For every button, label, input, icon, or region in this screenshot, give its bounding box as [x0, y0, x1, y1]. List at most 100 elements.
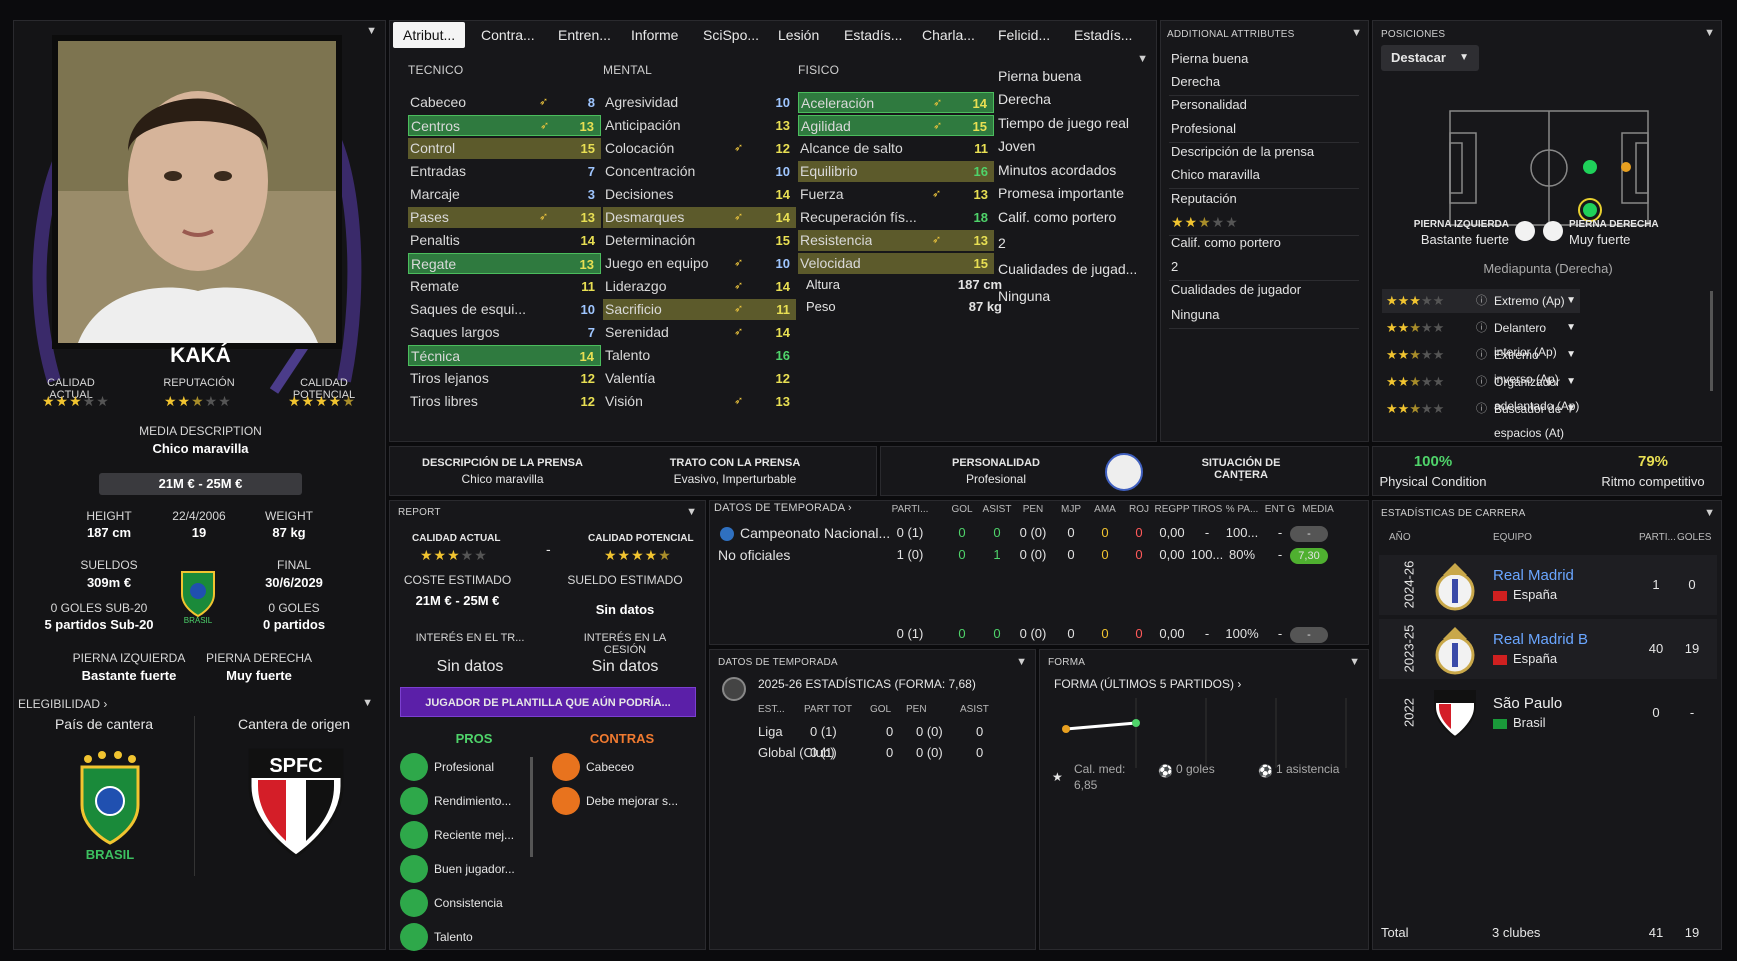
career-head-year: AÑO	[1389, 532, 1411, 543]
tecnico-row: Entradas 7	[408, 161, 601, 182]
fisico-attr-name: Recuperación fís...	[800, 209, 917, 225]
info-icon[interactable]: ⓘ	[1476, 289, 1487, 313]
tab-3[interactable]: Entren...	[548, 22, 621, 48]
mental-row: Desmarques ➶ 14	[603, 207, 796, 228]
pro-icon	[400, 821, 428, 849]
extra-attr-item: Minutos acordados	[998, 162, 1117, 178]
career-part: 1	[1652, 577, 1660, 592]
ritmo-value: 79%	[1637, 453, 1669, 470]
personalidad-value: Profesional	[965, 472, 1027, 486]
chevron-down-icon[interactable]: ▼	[1704, 27, 1715, 39]
pierna-der-label-pos: PIERNA DERECHA	[1569, 219, 1659, 230]
fisico-attr-name: Velocidad	[800, 255, 861, 271]
fisico-attr-value: 16	[973, 164, 988, 179]
additional-attr-item: Pierna buena	[1171, 51, 1249, 66]
position-role-item[interactable]: ★★★★★ ⓘ Extremo inverso (Ap) ▼	[1382, 343, 1580, 386]
chevron-down-icon[interactable]: ▼	[1016, 656, 1027, 668]
reputacion-label: REPUTACIÓN	[163, 377, 235, 389]
tecnico-attr-name: Control	[410, 140, 456, 156]
tab-2[interactable]: Contra...	[471, 22, 545, 48]
fisico-row: Alcance de salto 11	[798, 138, 994, 159]
tecnico-attr-name: Cabeceo	[410, 94, 467, 110]
sueldos-value: 309m €	[86, 575, 132, 590]
rating-badge: 7,30	[1290, 548, 1328, 564]
pros-scroll[interactable]	[530, 757, 533, 857]
chevron-down-icon[interactable]: ▼	[1566, 370, 1576, 394]
pro-icon	[400, 787, 428, 815]
additional-attr-item: Cualidades de jugador	[1171, 282, 1302, 297]
chevron-down-icon[interactable]: ▼	[686, 506, 697, 518]
fisico-attr-name: Agilidad	[801, 118, 851, 134]
mental-attr-name: Liderazgo	[605, 278, 667, 294]
tecnico-attr-name: Tiros lejanos	[410, 370, 489, 386]
forma-title: FORMA	[1048, 657, 1086, 668]
chevron-down-icon[interactable]: ▼	[366, 25, 377, 37]
tab-7[interactable]: Estadís...	[834, 22, 912, 48]
competition-name[interactable]: No oficiales	[718, 547, 790, 563]
position-role-item[interactable]: ★★★★★ ⓘ Extremo (Ap) ▼	[1382, 289, 1580, 313]
chevron-down-icon[interactable]: ▼	[1566, 343, 1576, 367]
tab-8[interactable]: Charla...	[912, 22, 985, 48]
season-title-link[interactable]: DATOS DE TEMPORADA ›	[714, 502, 852, 514]
tecnico-row: Cabeceo ➶ 8	[408, 92, 601, 113]
chevron-down-icon[interactable]: ▼	[1566, 316, 1576, 340]
tab-6[interactable]: Lesión	[768, 22, 829, 48]
chevron-down-icon[interactable]: ▼	[1349, 656, 1360, 668]
tab-10[interactable]: Estadís...	[1064, 22, 1142, 48]
chevron-down-icon[interactable]: ▼	[1704, 507, 1715, 519]
partidos-sub20-value: 5 partidos Sub-20	[44, 617, 154, 632]
tab-5[interactable]: SciSpo...	[693, 22, 769, 48]
position-role-item[interactable]: ★★★★★ ⓘ Buscador de espacios (At) ▼	[1382, 397, 1580, 440]
altura-value: 187 cm	[957, 277, 1002, 292]
tab-9[interactable]: Felicid...	[988, 22, 1060, 48]
info-icon[interactable]: ⓘ	[1476, 370, 1487, 394]
tecnico-attr-value: 12	[580, 371, 595, 386]
mental-attr-value: 10	[775, 256, 790, 271]
scroll-bar[interactable]	[1710, 291, 1713, 391]
career-year: 2022	[1401, 698, 1417, 727]
season2-head: PEN	[906, 704, 927, 715]
chevron-down-icon[interactable]: ▼	[1566, 289, 1576, 313]
goal-icon: ⚽	[1158, 764, 1173, 778]
destacar-dropdown[interactable]: Destacar ▼	[1381, 45, 1479, 71]
season-data-panel: DATOS DE TEMPORADA › PARTI... GOL ASIST PEN…	[709, 500, 1369, 645]
divider	[194, 716, 195, 876]
season2-cell: 0	[886, 724, 894, 739]
divider	[1169, 142, 1359, 143]
position-role-item[interactable]: ★★★★★ ⓘ Organizador adelantado (Ap) ▼	[1382, 370, 1580, 413]
info-icon[interactable]: ⓘ	[1476, 397, 1487, 421]
elegibilidad-link[interactable]: ELEGIBILIDAD ›	[18, 697, 107, 711]
info-icon[interactable]: ⓘ	[1476, 343, 1487, 367]
mental-attr-name: Desmarques	[605, 209, 685, 225]
position-role-item[interactable]: ★★★★★ ⓘ Delantero interior (Ap) ▼	[1382, 316, 1580, 359]
career-team[interactable]: Real Madrid	[1493, 567, 1574, 584]
forma-sub-link[interactable]: FORMA (ÚLTIMOS 5 PARTIDOS) ›	[1054, 677, 1241, 691]
report-ca-label: CALIDAD ACTUAL	[412, 533, 501, 544]
pro-item: Reciente mej...	[434, 828, 515, 842]
pro-item: Consistencia	[434, 896, 503, 910]
mental-row: Concentración 10	[603, 161, 796, 182]
real-madrid-crest	[1433, 625, 1477, 675]
chevron-down-icon[interactable]: ▼	[1566, 397, 1576, 421]
tab-4[interactable]: Informe	[621, 22, 688, 48]
mental-attr-value: 15	[775, 233, 790, 248]
tab-1[interactable]: Atribut...	[393, 22, 466, 48]
fisico-title: FISICO	[798, 63, 840, 77]
mental-row: Determinación 15	[603, 230, 796, 251]
additional-attr-item: Calif. como portero	[1171, 235, 1281, 250]
chevron-down-icon[interactable]: ▼	[1351, 27, 1362, 39]
competition-name[interactable]: Campeonato Nacional...	[740, 525, 890, 541]
info-icon[interactable]: ⓘ	[1476, 316, 1487, 340]
tecnico-attr-value: 12	[580, 394, 595, 409]
chevron-down-icon[interactable]: ▼	[362, 697, 373, 709]
forma-sub: FORMA (ÚLTIMOS 5 PARTIDOS)	[1054, 677, 1235, 691]
report-banner[interactable]: JUGADOR DE PLANTILLA QUE AÚN PODRÍA...	[400, 687, 696, 717]
sueldo-label: SUELDO ESTIMADO	[567, 573, 683, 587]
career-team[interactable]: Real Madrid B	[1493, 631, 1588, 648]
trend-arrow-icon: ➶	[734, 280, 744, 292]
trend-arrow-icon: ➶	[932, 188, 942, 200]
asist-count: 1 asistencia	[1276, 762, 1340, 776]
fisico-attr-value: 15	[973, 256, 988, 271]
elegibilidad-label: ELEGIBILIDAD	[18, 697, 101, 711]
chevron-down-icon[interactable]: ▼	[1137, 53, 1148, 65]
